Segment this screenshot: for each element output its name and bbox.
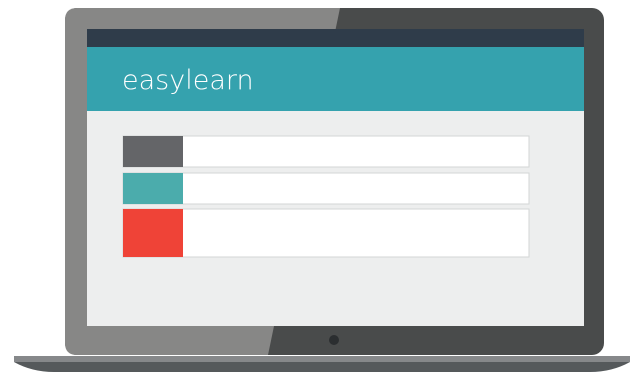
row-accent-teal — [123, 173, 183, 204]
row-accent-gray — [123, 136, 183, 167]
row-field-1[interactable] — [122, 135, 530, 168]
laptop-base — [14, 356, 630, 372]
list-row-2[interactable] — [122, 172, 530, 205]
screen: easylearn — [87, 29, 584, 326]
base-top — [14, 356, 630, 362]
list-row-3[interactable] — [122, 208, 530, 258]
row-field-3[interactable] — [122, 208, 530, 258]
row-accent-red — [123, 209, 183, 257]
laptop-illustration: easylearn — [14, 8, 630, 372]
list-row-1[interactable] — [122, 135, 530, 168]
brand-logo-text: easylearn — [122, 65, 254, 96]
base-bottom — [14, 362, 630, 372]
screen-top-bar — [87, 29, 584, 47]
camera-icon — [329, 335, 339, 345]
row-field-2[interactable] — [122, 172, 530, 205]
